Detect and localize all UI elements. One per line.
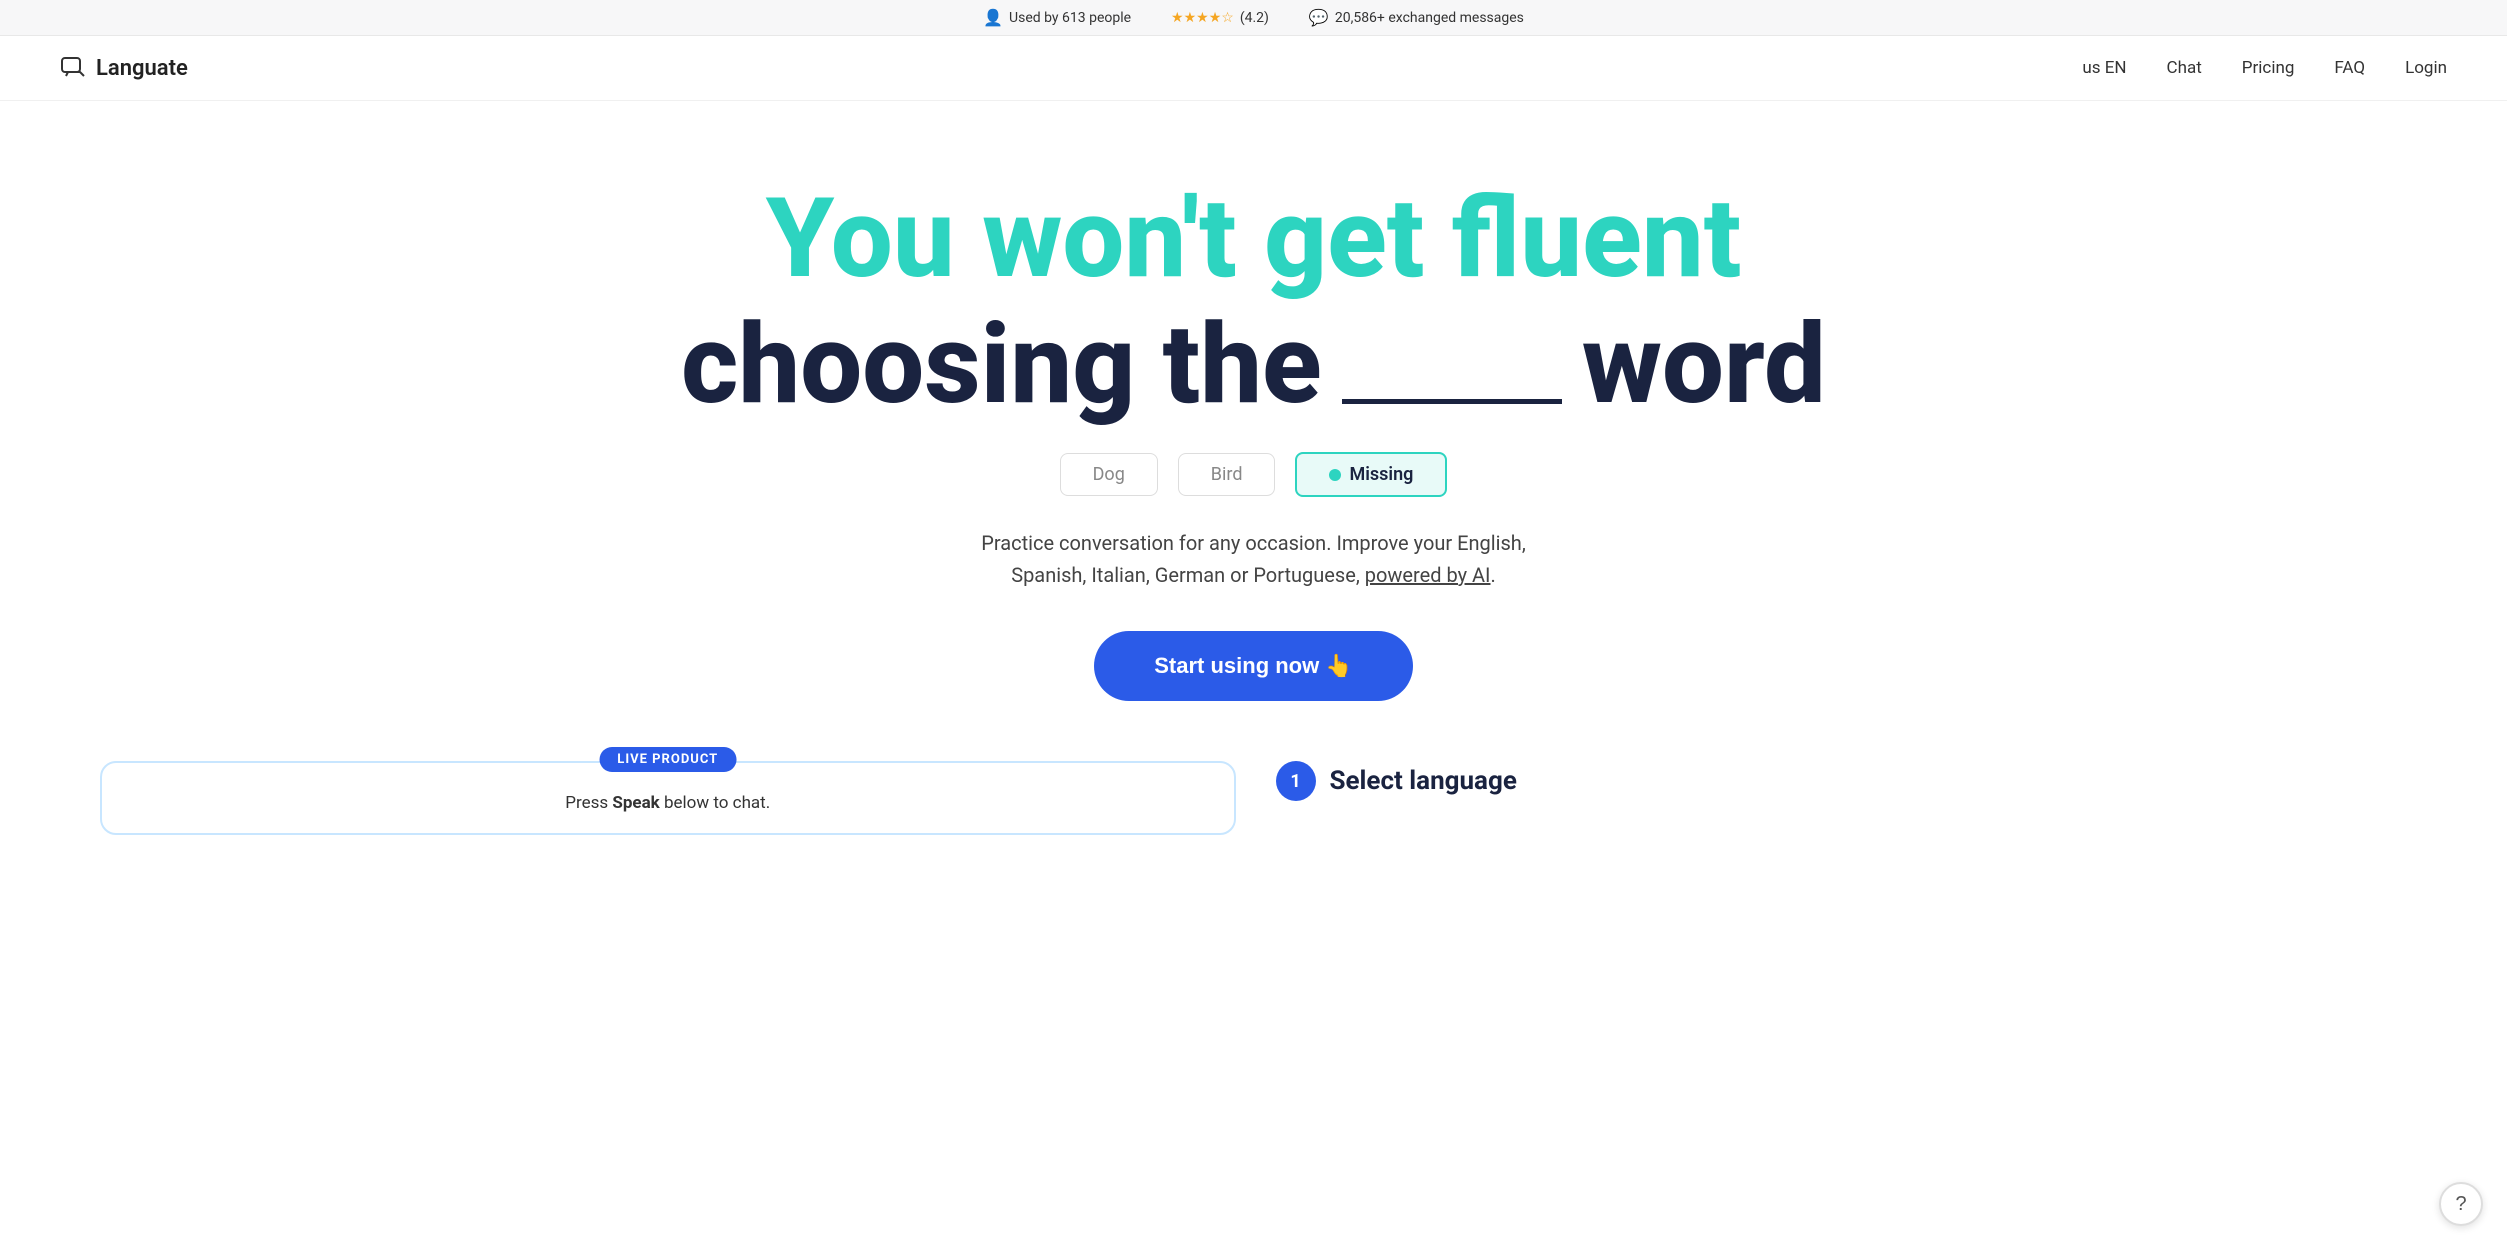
speak-text-before: Press <box>565 793 608 813</box>
headline-part2: word <box>1582 307 1826 423</box>
live-product-content: Press Speak below to chat. <box>102 763 1234 833</box>
users-label: Used by 613 people <box>1009 10 1131 26</box>
choice-missing[interactable]: Missing <box>1295 452 1447 497</box>
speak-bold: Speak <box>612 793 659 813</box>
nav-pricing-link[interactable]: Pricing <box>2242 58 2295 78</box>
stars: ★★★★☆ <box>1171 10 1234 26</box>
nav-login-link[interactable]: Login <box>2405 58 2447 78</box>
messages-label: 20,586+ exchanged messages <box>1335 10 1524 26</box>
top-banner: 👤 Used by 613 people ★★★★☆ (4.2) 💬 20,58… <box>0 0 2507 36</box>
person-icon: 👤 <box>983 8 1003 27</box>
powered-by-ai-link[interactable]: powered by AI <box>1365 563 1491 587</box>
logo[interactable]: Languate <box>60 54 188 82</box>
nav-chat-link[interactable]: Chat <box>2167 58 2202 78</box>
headline-part1: choosing the <box>681 307 1322 423</box>
hero-subtitle: Practice conversation for any occasion. … <box>944 527 1564 591</box>
logo-icon <box>60 54 88 82</box>
speak-instruction: Press Speak below to chat. <box>126 793 1210 813</box>
speak-text-after: below to chat. <box>664 793 770 813</box>
choice-dog[interactable]: Dog <box>1060 453 1158 496</box>
help-button[interactable]: ? <box>2439 1182 2483 1226</box>
hero-blank-underline <box>1342 399 1562 404</box>
help-icon: ? <box>2455 1193 2466 1216</box>
select-language-section: 1 Select language <box>1276 761 2408 821</box>
headline-teal: You won't get fluent <box>766 174 1742 303</box>
users-count: 👤 Used by 613 people <box>983 8 1131 27</box>
choice-missing-label: Missing <box>1349 464 1413 485</box>
choice-dog-label: Dog <box>1093 464 1125 485</box>
choice-row: Dog Bird Missing <box>40 452 2467 497</box>
hero-headline-line2: choosing the word <box>40 307 2467 423</box>
logo-text: Languate <box>96 56 188 81</box>
nav-lang-switcher[interactable]: us EN <box>2082 58 2126 78</box>
rating-label: (4.2) <box>1240 10 1269 26</box>
chat-icon: 💬 <box>1309 8 1329 27</box>
messages-count: 💬 20,586+ exchanged messages <box>1309 8 1524 27</box>
step-circle: 1 <box>1276 761 1316 801</box>
cta-button[interactable]: Start using now 👆 <box>1094 631 1413 701</box>
bottom-section: LIVE PRODUCT Press Speak below to chat. … <box>40 761 2467 835</box>
choice-bird[interactable]: Bird <box>1178 453 1276 496</box>
live-product-badge: LIVE PRODUCT <box>599 747 736 772</box>
select-language-title: Select language <box>1330 766 1517 796</box>
select-language-header: 1 Select language <box>1276 761 2408 801</box>
hero-headline-line1: You won't get fluent <box>40 181 2467 297</box>
rating: ★★★★☆ (4.2) <box>1171 10 1269 26</box>
choice-dot <box>1329 469 1341 481</box>
nav-links: us EN Chat Pricing FAQ Login <box>2082 58 2447 78</box>
navbar: Languate us EN Chat Pricing FAQ Login <box>0 36 2507 101</box>
subtitle-end: . <box>1491 563 1496 587</box>
live-product-card: LIVE PRODUCT Press Speak below to chat. <box>100 761 1236 835</box>
hero-section: You won't get fluent choosing the word D… <box>0 101 2507 875</box>
choice-bird-label: Bird <box>1211 464 1243 485</box>
nav-faq-link[interactable]: FAQ <box>2334 58 2365 78</box>
cta-label: Start using now 👆 <box>1154 653 1353 679</box>
